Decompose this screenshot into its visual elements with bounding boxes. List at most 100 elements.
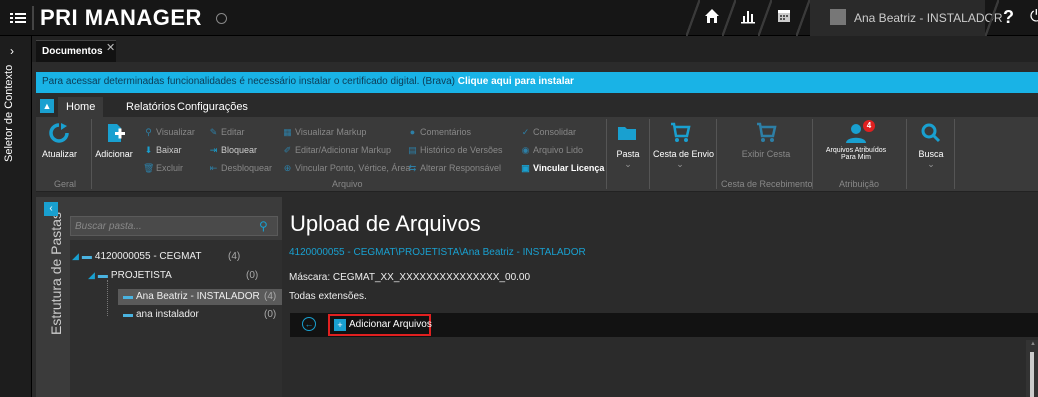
install-certificate-link[interactable]: Clique aqui para instalar — [458, 76, 574, 87]
lock-icon: ⇥ — [209, 145, 218, 155]
user-name: Ana Beatriz - INSTALADOR — [854, 11, 1003, 25]
group-label-atribuicao: Atribuição — [839, 179, 880, 189]
menu-list-icon[interactable] — [10, 10, 26, 26]
unlock-button[interactable]: ⇤ Desbloquear — [208, 163, 272, 174]
tree-node-ana-instalador[interactable]: ▬ ana instalador — [120, 309, 199, 327]
file-read-button[interactable]: ◉ Arquivo Lido — [520, 145, 583, 156]
tree-count: (4) — [264, 291, 277, 302]
show-basket-label: Exibir Cesta — [741, 149, 791, 159]
breadcrumb-path: 4120000055 - CEGMAT\PROJETISTA\Ana Beatr… — [289, 247, 586, 258]
change-owner-button[interactable]: ⇆ Alterar Responsável — [407, 163, 501, 174]
file-mask: Máscara: CEGMAT_XX_XXXXXXXXXXXXXXX_00.00 — [289, 272, 531, 283]
certificate-info-bar: Para acessar determinadas funcionalidade… — [36, 72, 1038, 93]
chevron-right-icon[interactable]: › — [10, 44, 14, 58]
magnifier-icon: ⚲ — [145, 127, 152, 137]
show-basket-button[interactable]: Exibir Cesta — [736, 121, 796, 159]
tree-node-ana-beatriz[interactable]: ▬ Ana Beatriz - INSTALADOR — [120, 291, 260, 309]
send-basket-label: Cesta de Envio — [653, 149, 715, 159]
help-icon[interactable]: ? — [1003, 7, 1014, 28]
folder-search-input[interactable] — [75, 219, 255, 233]
markup-view-icon: ▦ — [283, 127, 292, 137]
folder-icon — [618, 127, 636, 140]
tab-home[interactable]: Home — [58, 97, 104, 117]
refresh-button[interactable]: Atualizar — [42, 121, 78, 159]
consolidate-button[interactable]: ✓ Consolidar — [520, 127, 576, 138]
search-button[interactable]: Busca ⌄ — [913, 121, 949, 170]
ribbon-tabs: ▲ Home Relatórios Configurações — [36, 97, 1038, 117]
notification-badge: 4 — [863, 120, 875, 132]
back-arrow-icon[interactable]: ← — [302, 317, 316, 331]
allowed-extensions: Todas extensões. — [289, 291, 367, 302]
tree-node-projetista[interactable]: ◢ ▬ PROJETISTA — [88, 270, 172, 288]
tree-count: (0) — [264, 309, 277, 320]
link-license-button[interactable]: ▣ Vincular Licença — [520, 163, 604, 174]
refresh-label: Atualizar — [42, 149, 78, 159]
group-label-geral: Geral — [54, 179, 77, 189]
chevron-down-icon[interactable]: ⌄ — [613, 159, 643, 170]
add-label: Adicionar — [95, 149, 133, 159]
reports-chart-icon[interactable] — [738, 8, 758, 28]
folder-icon: ▬ — [97, 270, 108, 281]
add-button[interactable]: Adicionar — [94, 121, 134, 159]
assigned-files-button[interactable]: Arquivos Atribuídos Para Mim — [816, 121, 896, 161]
lock-button[interactable]: ⇥ Bloquear — [208, 145, 257, 156]
top-bar: PRI MANAGER Ana Beatriz - INSTALADOR ? ⏻ — [0, 0, 1038, 36]
folder-icon: ▬ — [81, 251, 92, 262]
link-point-icon: ⊕ — [283, 163, 292, 173]
license-icon: ▣ — [521, 163, 530, 173]
search-icon[interactable]: ⚲ — [259, 219, 268, 233]
add-files-button[interactable]: + Adicionar Arquivos — [328, 314, 432, 336]
close-icon[interactable]: ✕ — [106, 41, 115, 54]
link-point-button[interactable]: ⊕ Vincular Ponto, Vértice, Área — [282, 163, 411, 174]
upload-file-area — [290, 337, 1038, 397]
scroll-up-icon[interactable]: ▲ — [1030, 341, 1036, 347]
download-icon: ⬇ — [144, 145, 153, 155]
trash-icon: 🗑 — [143, 163, 155, 173]
power-icon[interactable]: ⏻ — [1030, 8, 1038, 26]
delete-button[interactable]: 🗑 Excluir — [143, 163, 183, 174]
eye-icon: ◉ — [521, 145, 530, 155]
ribbon-toolbar: Atualizar Geral Adicionar ⚲ Visualizar ⬇ B… — [36, 117, 1038, 192]
chevron-down-icon[interactable]: ⌄ — [653, 159, 707, 170]
add-file-icon: + — [334, 319, 346, 331]
cart-icon — [671, 122, 691, 142]
context-selector-label: Seletor de Contexto — [3, 64, 15, 162]
document-tab-bar: Documentos ✕ — [32, 36, 1038, 62]
edit-markup-button[interactable]: ✐ Editar/Adicionar Markup — [282, 145, 391, 156]
assigned-files-label-2: Para Mim — [841, 154, 871, 161]
folder-button[interactable]: Pasta ⌄ — [613, 121, 643, 170]
calendar-icon[interactable] — [774, 8, 794, 28]
caret-down-icon[interactable]: ◢ — [72, 251, 79, 261]
page-title: Upload de Arquivos — [290, 211, 481, 236]
caret-down-icon[interactable]: ◢ — [88, 270, 95, 280]
home-icon[interactable] — [702, 8, 722, 28]
scrollbar-thumb[interactable] — [1030, 352, 1034, 397]
folder-search-box: ⚲ — [70, 216, 278, 236]
folder-structure-label: Estrutura de Pastas — [48, 212, 64, 335]
tab-label: Documentos — [42, 46, 103, 57]
search-label: Busca — [918, 149, 944, 159]
tree-count: (0) — [246, 270, 259, 281]
change-owner-icon: ⇆ — [408, 163, 417, 173]
markup-edit-icon: ✐ — [283, 145, 292, 155]
view-button[interactable]: ⚲ Visualizar — [143, 127, 195, 138]
history-icon: ▤ — [408, 145, 417, 155]
view-markup-button[interactable]: ▦ Visualizar Markup — [282, 127, 366, 138]
download-button[interactable]: ⬇ Baixar — [143, 145, 182, 156]
group-label-recebimento: Cesta de Recebimento — [721, 179, 813, 189]
checkmark-icon: ✓ — [521, 127, 530, 137]
folder-label: Pasta — [616, 149, 640, 159]
user-menu[interactable]: Ana Beatriz - INSTALADOR — [810, 0, 1003, 36]
comments-button[interactable]: ● Comentários — [407, 127, 471, 137]
edit-button[interactable]: ✎ Editar — [208, 127, 245, 138]
collapse-panel-icon[interactable]: ‹ — [44, 202, 58, 216]
tab-documentos[interactable]: Documentos ✕ — [36, 40, 116, 62]
version-history-button[interactable]: ▤ Histórico de Versões — [407, 145, 502, 156]
tab-configuracoes[interactable]: Configurações — [169, 97, 256, 117]
tree-node-cegmat[interactable]: ◢ ▬ 4120000055 - CEGMAT — [72, 251, 201, 269]
collapse-ribbon-icon[interactable]: ▲ — [40, 99, 54, 113]
group-label-arquivo: Arquivo — [332, 179, 363, 189]
send-basket-button[interactable]: Cesta de Envio ⌄ — [653, 121, 715, 170]
pencil-icon: ✎ — [209, 127, 218, 137]
chevron-down-icon[interactable]: ⌄ — [913, 159, 949, 170]
